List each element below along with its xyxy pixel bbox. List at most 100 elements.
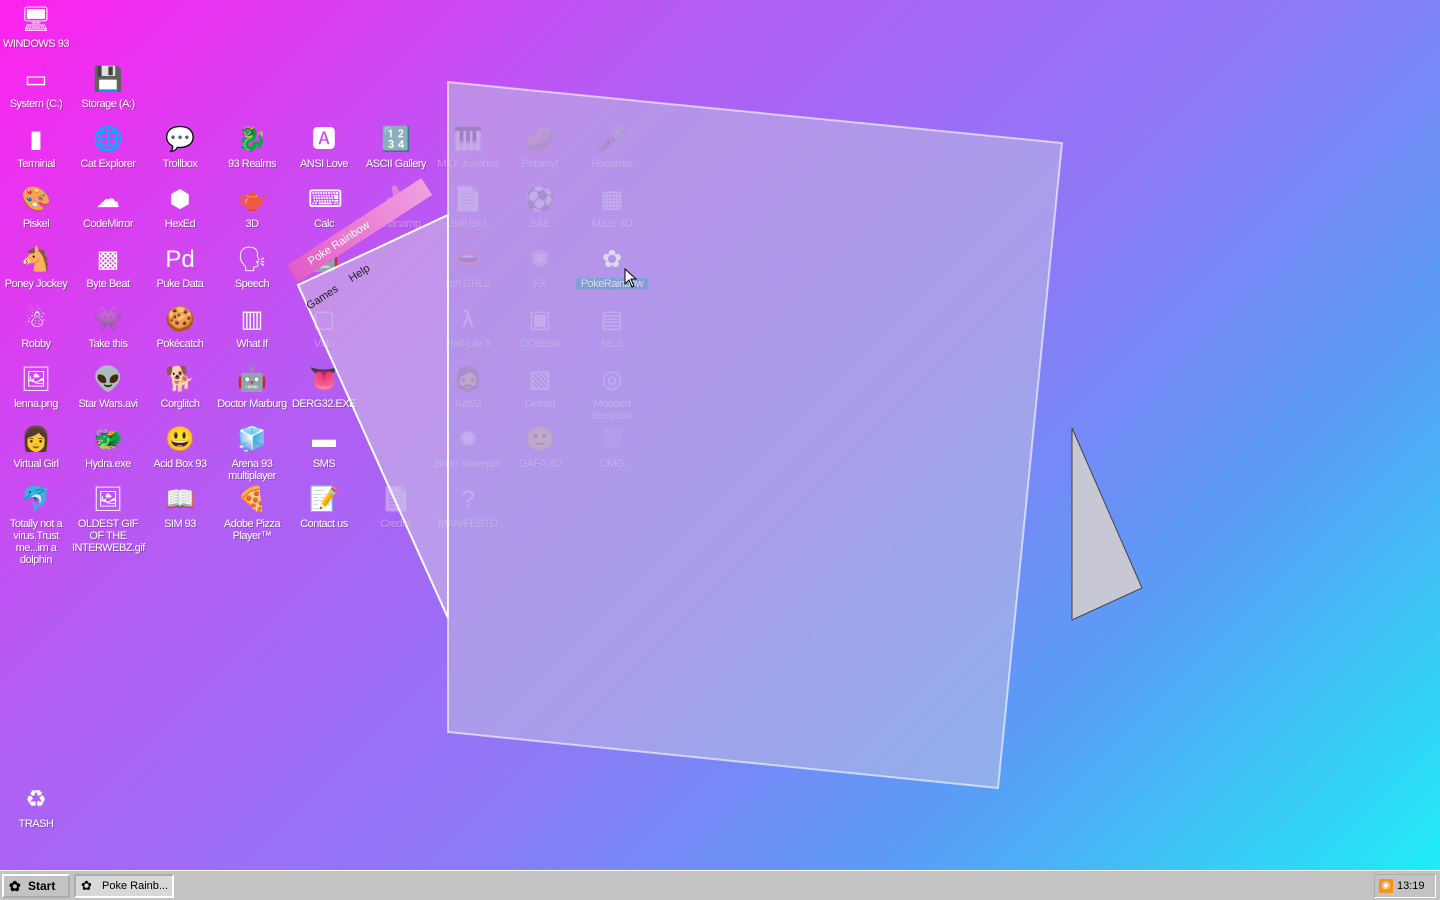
desktop-icon[interactable]: 👾 Take this — [72, 304, 144, 350]
app-icon: ☃ — [25, 306, 47, 333]
desktop-icon-label: Kat93 — [454, 398, 482, 410]
desktop-icon[interactable]: 🐉 93 Realms — [216, 124, 288, 170]
desktop-icon[interactable]: 🎤 Recorder — [576, 124, 648, 170]
app-icon: ⬢ — [169, 186, 191, 213]
app-icon: 📄 — [453, 186, 483, 213]
app-icon: 🤖 — [237, 366, 267, 393]
desktop-icon-label: SAE — [529, 218, 551, 230]
desktop-icon[interactable]: ⬢ HexEd — [144, 184, 216, 230]
desktop-icon[interactable]: ✹ Brian Sweeper — [432, 424, 504, 470]
desktop-icon[interactable]: 🧔 Kat93 — [432, 364, 504, 410]
desktop-icon[interactable]: ⛆ DMG — [576, 424, 648, 470]
desktop-icon[interactable]: ? MANIFESTO — [432, 484, 504, 530]
app-icon: ☁ — [96, 186, 120, 213]
desktop-icon-label: DMG — [599, 458, 625, 470]
start-button[interactable]: ✿ Start — [2, 874, 70, 898]
desktop-icon[interactable]: ▬ SMS — [288, 424, 360, 470]
app-icon: 🌐 — [93, 126, 123, 153]
desktop-icon[interactable]: 🎨 Piskel — [0, 184, 72, 230]
desktop-icon[interactable]: 🖼 OLDEST GIF OF THE INTERWEBZ.gif — [72, 484, 145, 554]
desktop-icon[interactable]: 💬 Trollbox — [144, 124, 216, 170]
desktop-icon[interactable]: ◎ Modded Beepbox — [576, 364, 648, 422]
desktop-icon[interactable]: 😃 Acid Box 93 — [144, 424, 216, 470]
desktop-icon-label: ANSI Love — [299, 158, 349, 170]
desktop-icon[interactable]: ▣ DOSBox — [504, 304, 576, 350]
desktop-icon[interactable]: 🐲 Hydra.exe — [72, 424, 144, 470]
app-icon: 👾 — [93, 306, 123, 333]
desktop-icon[interactable]: 🐴 Poney Jockey — [0, 244, 72, 290]
rss-icon[interactable]: ◉ — [1379, 879, 1393, 893]
desktop-icon[interactable]: 📄 Sell.ISU — [432, 184, 504, 230]
desktop-icon[interactable]: 📖 SIM 93 — [144, 484, 216, 530]
desktop-icon[interactable]: 🤖 Doctor Marburg — [216, 364, 288, 410]
desktop-icon-label: Byte Beat — [86, 278, 130, 290]
app-icon: ▣ — [528, 306, 552, 333]
desktop-icon-label: FX — [533, 278, 547, 290]
desktop-icon[interactable]: 🐕 Corglitch — [144, 364, 216, 410]
desktop-icon[interactable]: 🍪 Pokécatch — [144, 304, 216, 350]
desktop-icon[interactable]: 🅰 ANSI Love — [288, 124, 360, 170]
desktop-icon-label: Adobe Pizza Player™ — [223, 518, 281, 542]
desktop-icon[interactable]: 📄 Credits — [360, 484, 432, 530]
desktop-icon[interactable]: 🐬 Totally not a virus.Trust me...im a dol… — [0, 484, 72, 566]
desktop-icon-label: Totally not a virus.Trust me...im a dolp… — [9, 518, 63, 566]
desktop-icon[interactable]: ▥ What If — [216, 304, 288, 350]
desktop-icon[interactable]: 👽 Star Wars.avi — [72, 364, 144, 410]
desktop-icon[interactable]: 🎹 MIDI Jukebox — [432, 124, 504, 170]
app-icon: 🙂 — [525, 426, 555, 453]
desktop-icon[interactable]: λ Half-Life 3 — [432, 304, 504, 350]
desktop-icon[interactable]: 🔢 ASCII Gallery — [360, 124, 432, 170]
desktop-icon[interactable]: 🙂 GAFA 3D — [504, 424, 576, 470]
app-icon: 📄 — [381, 486, 411, 513]
desktop-icon[interactable]: ▧ Defrag — [504, 364, 576, 410]
app-icon: 💬 — [165, 126, 195, 153]
desktop-icon[interactable]: Pd Puke Data — [144, 244, 216, 290]
app-icon: ? — [461, 486, 475, 513]
desktop-icon[interactable]: ⚽ SAE — [504, 184, 576, 230]
taskbar-item-poke-rainbow[interactable]: ✿ Poke Rainb... — [74, 874, 174, 898]
desktop-icon[interactable]: 💾 Storage (A:) — [72, 64, 144, 110]
desktop-icon[interactable]: ▤ NES — [576, 304, 648, 350]
desktop-icon[interactable]: ▮ Terminal — [0, 124, 72, 170]
desktop-icon[interactable]: ☁ CodeMirror — [72, 184, 144, 230]
desktop-icon-label: 3D — [245, 218, 259, 230]
desktop-icon[interactable]: 🌐 Cat Explorer — [72, 124, 144, 170]
desktop-icon[interactable]: 🖼 lenna.png — [0, 364, 72, 410]
desktop-icon[interactable]: 🫖 3D — [216, 184, 288, 230]
desktop-icon[interactable]: ✺ FX — [504, 244, 576, 290]
desktop-icon[interactable]: ▭ System (C:) — [0, 64, 72, 110]
recycle-icon: ♻ — [25, 786, 47, 813]
desktop-icon-label: System (C:) — [9, 98, 63, 110]
desktop-icon[interactable]: 🖥 WINDOWS 93 — [0, 4, 72, 50]
desktop-icon-label: HexEd — [164, 218, 196, 230]
desktop-icon-label: Star Wars.avi — [78, 398, 138, 410]
desktop-icon[interactable]: ▢ Virtu — [288, 304, 360, 350]
app-icon: 🔢 — [381, 126, 411, 153]
desktop-icon-label: Robby — [21, 338, 51, 350]
app-icon: 🅰 — [312, 126, 336, 153]
desktop-icon[interactable]: 👅 DERG32.EXE — [288, 364, 360, 410]
app-icon: 👩 — [21, 426, 51, 453]
desktop-icon-label: Doctor Marburg — [217, 398, 287, 410]
desktop-icon[interactable]: 👩 Virtual Girl — [0, 424, 72, 470]
desktop-icon[interactable]: 📝 Contact us — [288, 484, 360, 530]
desktop-icon-label: SMS — [312, 458, 336, 470]
desktop-icon-label: Acid Box 93 — [153, 458, 207, 470]
app-icon: 🖼 — [92, 486, 124, 513]
desktop-icon-label: Contact us — [300, 518, 348, 530]
desktop-icon[interactable]: 🧊 Arena 93 multiplayer — [216, 424, 288, 482]
app-icon: 🎹 — [453, 126, 483, 153]
desktop-icon[interactable]: ☃ Robby — [0, 304, 72, 350]
desktop-icon[interactable]: 🍕 Adobe Pizza Player™ — [216, 484, 288, 542]
desktop-icon-label: What If — [236, 338, 268, 350]
desktop-icon[interactable]: ⌨ Calc — [288, 184, 360, 230]
desktop-icon[interactable]: 🗣 Speech — [216, 244, 288, 290]
desktop-icon[interactable]: 👄 itch GRLZ — [432, 244, 504, 290]
desktop-icon[interactable]: ▦ Maze 3D — [576, 184, 648, 230]
trash-icon[interactable]: ♻ TRASH — [0, 784, 72, 830]
desktop-icon[interactable]: ▩ Byte Beat — [72, 244, 144, 290]
app-icon: 💾 — [93, 66, 123, 93]
desktop-icon[interactable]: 🥔 Potatoyt — [504, 124, 576, 170]
desktop-icon-label: Terminal — [17, 158, 55, 170]
mouse-cursor-icon — [624, 268, 638, 288]
